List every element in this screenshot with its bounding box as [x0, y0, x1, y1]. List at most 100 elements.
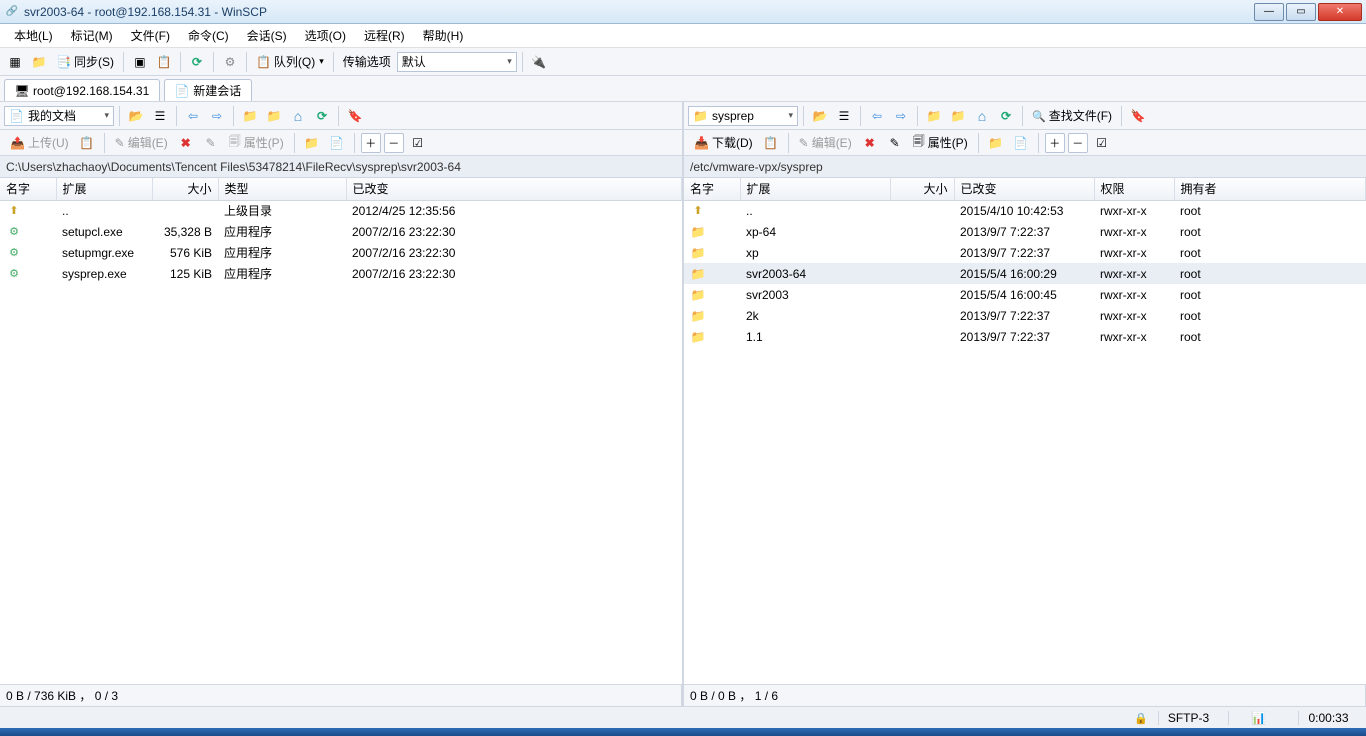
forward-icon[interactable]: [890, 105, 912, 127]
menu-item[interactable]: 文件(F): [123, 24, 178, 47]
table-row[interactable]: ..上级目录2012/4/25 12:35:56: [0, 200, 682, 221]
menu-item[interactable]: 命令(C): [180, 24, 237, 47]
plus-button[interactable]: ＋: [1045, 133, 1065, 153]
column-header[interactable]: 扩展: [740, 178, 890, 200]
terminal-icon[interactable]: ▣: [129, 51, 151, 73]
transfer-preset-dropdown[interactable]: 默认: [397, 52, 517, 72]
column-header[interactable]: 权限: [1094, 178, 1174, 200]
maximize-button[interactable]: ▭: [1286, 3, 1316, 21]
refresh-local-icon[interactable]: [311, 105, 333, 127]
table-row[interactable]: 1.12013/9/7 7:22:37rwxr-xr-xroot: [684, 326, 1366, 347]
remote-folder-dropdown[interactable]: sysprep: [688, 106, 798, 126]
root-folder-icon[interactable]: [947, 105, 969, 127]
forward-icon[interactable]: [206, 105, 228, 127]
upload-more-icon[interactable]: 📋: [76, 132, 98, 154]
table-row[interactable]: sysprep.exe125 KiB应用程序2007/2/16 23:22:30: [0, 263, 682, 284]
home-icon[interactable]: [971, 105, 993, 127]
sync-button[interactable]: 📑同步(S): [52, 52, 118, 72]
local-nav-toolbar: 我的文档 ☰ 🔖: [0, 102, 682, 130]
menu-item[interactable]: 标记(M): [63, 24, 121, 47]
new-folder-icon[interactable]: [985, 132, 1007, 154]
bookmark-icon[interactable]: 🔖: [1127, 105, 1149, 127]
column-header[interactable]: 扩展: [56, 178, 152, 200]
local-file-list[interactable]: 名字扩展大小类型已改变 ..上级目录2012/4/25 12:35:56setu…: [0, 178, 682, 684]
column-header[interactable]: 类型: [218, 178, 346, 200]
edit-button[interactable]: ✎ 编辑(E): [111, 133, 172, 153]
settings-icon[interactable]: [219, 51, 241, 73]
parent-folder-icon[interactable]: [239, 105, 261, 127]
table-row[interactable]: xp-642013/9/7 7:22:37rwxr-xr-xroot: [684, 221, 1366, 242]
properties-button[interactable]: 🗐 属性(P): [225, 133, 288, 153]
disconnect-icon[interactable]: 🔌: [528, 51, 550, 73]
select-icon[interactable]: ☑: [1091, 132, 1113, 154]
filter-icon[interactable]: ☰: [149, 105, 171, 127]
local-panel: 我的文档 ☰ 🔖 📤 上传(U) 📋 ✎ 编辑(E) ✎ 🗐 属性(P): [0, 102, 684, 706]
refresh-icon[interactable]: [186, 51, 208, 73]
table-row[interactable]: xp2013/9/7 7:22:37rwxr-xr-xroot: [684, 242, 1366, 263]
plus-button[interactable]: ＋: [361, 133, 381, 153]
close-button[interactable]: ✕: [1318, 3, 1362, 21]
queue-dropdown[interactable]: 📋队列(Q)▾: [252, 52, 328, 72]
back-icon[interactable]: [182, 105, 204, 127]
new-session-tab[interactable]: 📄 新建会话: [164, 79, 252, 101]
column-header[interactable]: 名字: [684, 178, 740, 200]
menu-item[interactable]: 远程(R): [356, 24, 413, 47]
download-button[interactable]: 📥 下载(D): [690, 133, 757, 153]
minus-button[interactable]: －: [1068, 133, 1088, 153]
rename-icon[interactable]: ✎: [884, 132, 906, 154]
new-file-icon[interactable]: 📄: [1010, 132, 1032, 154]
session-tab-active[interactable]: root@192.168.154.31: [4, 79, 160, 101]
home-icon[interactable]: [287, 105, 309, 127]
minimize-button[interactable]: —: [1254, 3, 1284, 21]
root-folder-icon[interactable]: [263, 105, 285, 127]
select-icon[interactable]: ☑: [407, 132, 429, 154]
remote-file-list[interactable]: 名字扩展大小已改变权限拥有者 ..2015/4/10 10:42:53rwxr-…: [684, 178, 1366, 684]
column-header[interactable]: 拥有者: [1174, 178, 1366, 200]
column-header[interactable]: 已改变: [954, 178, 1094, 200]
remote-action-toolbar: 📥 下载(D) 📋 ✎ 编辑(E) ✎ 🗐 属性(P) 📄 ＋ － ☑: [684, 130, 1366, 156]
filter-icon[interactable]: ☰: [833, 105, 855, 127]
monitor-icon: [15, 84, 29, 98]
rename-icon[interactable]: ✎: [200, 132, 222, 154]
edit-button[interactable]: ✎ 编辑(E): [795, 133, 856, 153]
elapsed-time: 0:00:33: [1298, 711, 1358, 725]
main-toolbar: ▦ 📑同步(S) ▣ 📋 📋队列(Q)▾ 传输选项 默认 🔌: [0, 48, 1366, 76]
back-icon[interactable]: [866, 105, 888, 127]
column-header[interactable]: 大小: [152, 178, 218, 200]
column-header[interactable]: 大小: [890, 178, 954, 200]
local-folder-dropdown[interactable]: 我的文档: [4, 106, 114, 126]
new-folder-icon[interactable]: [301, 132, 323, 154]
new-file-icon[interactable]: 📄: [326, 132, 348, 154]
table-row[interactable]: 2k2013/9/7 7:22:37rwxr-xr-xroot: [684, 305, 1366, 326]
menu-item[interactable]: 会话(S): [239, 24, 295, 47]
remote-nav-toolbar: sysprep ☰ 查找文件(F) 🔖: [684, 102, 1366, 130]
local-path: C:\Users\zhachaoy\Documents\Tencent File…: [0, 156, 682, 178]
parent-folder-icon[interactable]: [923, 105, 945, 127]
minus-button[interactable]: －: [384, 133, 404, 153]
column-header[interactable]: 名字: [0, 178, 56, 200]
tool-icon[interactable]: 📋: [153, 51, 175, 73]
compare-icon[interactable]: ▦: [4, 51, 26, 73]
open-folder-icon[interactable]: [809, 105, 831, 127]
menu-item[interactable]: 帮助(H): [415, 24, 472, 47]
table-row[interactable]: svr20032015/5/4 16:00:45rwxr-xr-xroot: [684, 284, 1366, 305]
download-more-icon[interactable]: 📋: [760, 132, 782, 154]
delete-icon[interactable]: [175, 132, 197, 154]
menu-item[interactable]: 本地(L): [6, 24, 61, 47]
menu-item[interactable]: 选项(O): [297, 24, 354, 47]
refresh-remote-icon[interactable]: [995, 105, 1017, 127]
table-row[interactable]: setupmgr.exe576 KiB应用程序2007/2/16 23:22:3…: [0, 242, 682, 263]
table-row[interactable]: ..2015/4/10 10:42:53rwxr-xr-xroot: [684, 200, 1366, 221]
app-icon: [4, 4, 20, 20]
open-folder-icon[interactable]: [125, 105, 147, 127]
table-row[interactable]: svr2003-642015/5/4 16:00:29rwxr-xr-xroot: [684, 263, 1366, 284]
bookmark-icon[interactable]: 🔖: [344, 105, 366, 127]
upload-button[interactable]: 📤 上传(U): [6, 133, 73, 153]
remote-status: 0 B / 0 B ， 1 / 6: [684, 685, 1366, 706]
find-files-button[interactable]: 查找文件(F): [1028, 106, 1116, 126]
table-row[interactable]: setupcl.exe35,328 B应用程序2007/2/16 23:22:3…: [0, 221, 682, 242]
column-header[interactable]: 已改变: [346, 178, 682, 200]
folders-icon[interactable]: [28, 51, 50, 73]
properties-button[interactable]: 🗐 属性(P): [909, 133, 972, 153]
delete-icon[interactable]: [859, 132, 881, 154]
